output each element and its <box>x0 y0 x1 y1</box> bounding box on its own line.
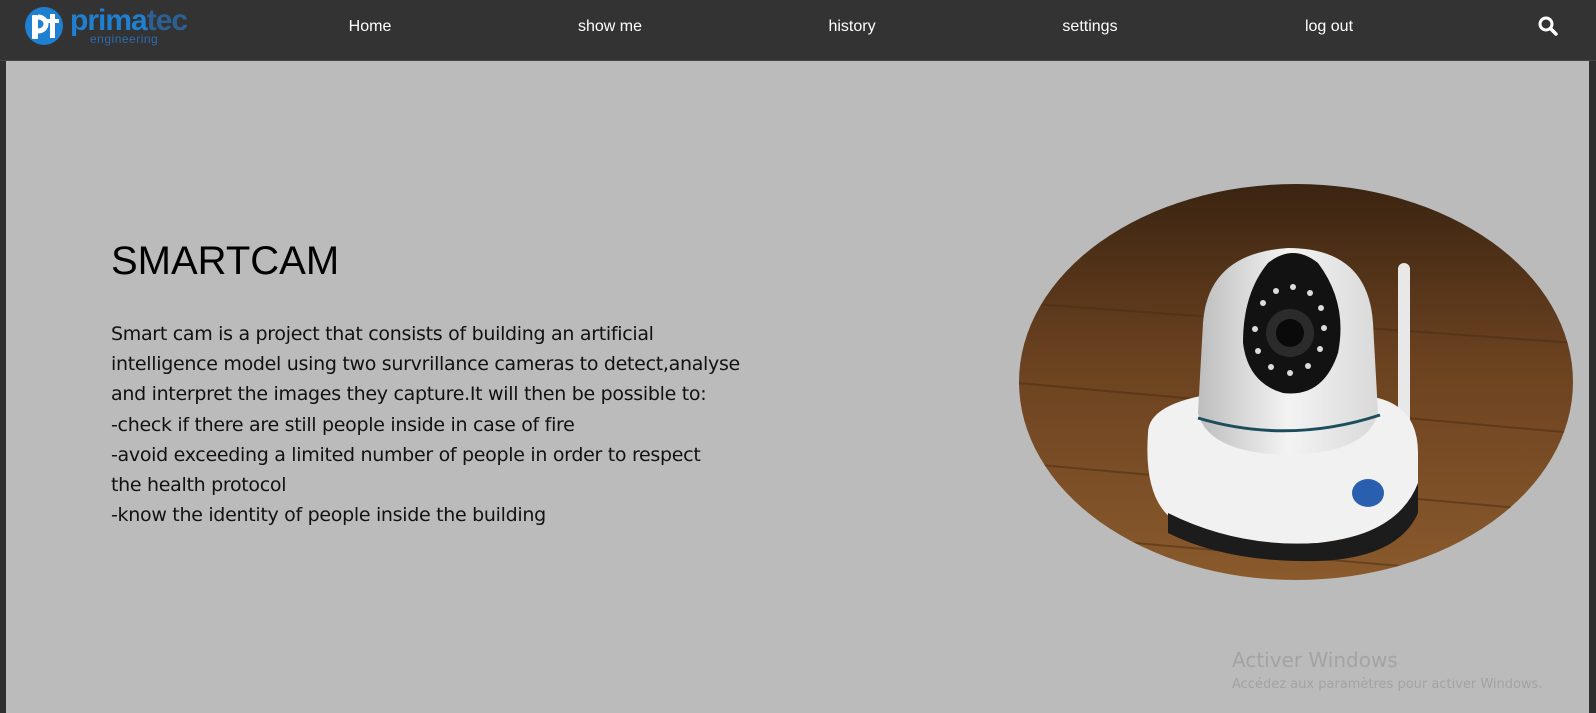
brand-subtitle: engineering <box>90 32 159 46</box>
description-line: Smart cam is a project that consists of … <box>111 323 654 345</box>
top-navbar: primatec engineering Home show me histor… <box>0 0 1596 61</box>
window-frame-left <box>0 0 6 713</box>
page-title: SMARTCAM <box>111 238 340 283</box>
description-line: -know the identity of people inside the … <box>111 504 546 527</box>
description-line: -check if there are still people inside … <box>111 413 575 436</box>
smart-camera-photo <box>1019 184 1573 580</box>
description-line: -avoid exceeding a limited number of peo… <box>111 443 701 466</box>
search-icon <box>1538 16 1558 36</box>
description-line: and interpret the images they capture.It… <box>111 383 707 406</box>
brand-logo-icon <box>25 7 63 45</box>
nav-history[interactable]: history <box>828 16 875 38</box>
nav-show-me[interactable]: show me <box>578 16 642 38</box>
description-line: intelligence model using two survrillanc… <box>111 353 740 376</box>
windows-activation-title: Activer Windows <box>1232 648 1398 672</box>
window-frame-right <box>1589 0 1596 713</box>
nav-home[interactable]: Home <box>349 16 392 38</box>
description-line: the health protocol <box>111 474 287 497</box>
search-button[interactable] <box>1537 15 1559 37</box>
windows-activation-subtitle: Accédez aux paramètres pour activer Wind… <box>1232 677 1543 692</box>
nav-log-out[interactable]: log out <box>1305 16 1353 38</box>
project-description: Smart cam is a project that consists of … <box>111 319 740 530</box>
brand-logo[interactable]: primatec engineering <box>24 4 188 46</box>
nav-settings[interactable]: settings <box>1062 16 1117 38</box>
